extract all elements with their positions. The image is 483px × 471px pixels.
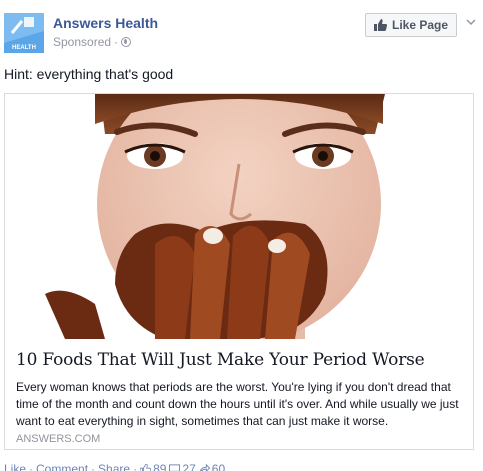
action-separator: ·: [133, 462, 138, 471]
post-meta: Sponsored ·: [53, 35, 132, 49]
action-separator: ·: [91, 462, 96, 471]
svg-text:HEALTH: HEALTH: [12, 45, 36, 51]
page-avatar[interactable]: HEALTH: [4, 13, 44, 53]
page-name-link[interactable]: Answers Health: [53, 15, 158, 31]
likes-count[interactable]: 89: [140, 462, 166, 471]
post-text: Hint: everything that's good: [4, 66, 174, 82]
link-image[interactable]: [5, 94, 473, 339]
meta-separator: ·: [114, 35, 119, 49]
link-title[interactable]: 10 Foods That Will Just Make Your Period…: [16, 350, 425, 370]
post-header: HEALTH Answers Health Sponsored · Like P…: [4, 13, 476, 55]
share-count-icon: [199, 464, 210, 471]
like-page-button[interactable]: Like Page: [365, 13, 457, 37]
like-count-icon: [140, 464, 152, 471]
post-actions: Like · Comment · Share · 89 27 60: [4, 462, 225, 471]
chevron-down-icon[interactable]: [466, 19, 476, 26]
sponsored-label[interactable]: Sponsored: [53, 35, 111, 49]
thumbs-up-icon: [373, 19, 387, 31]
comments-count[interactable]: 27: [169, 462, 196, 471]
share-action[interactable]: Share: [98, 462, 130, 471]
shares-count[interactable]: 60: [199, 462, 225, 471]
comment-count-icon: [169, 464, 181, 471]
link-description: Every woman knows that periods are the w…: [16, 380, 459, 428]
health-logo-icon: HEALTH: [4, 13, 44, 53]
link-preview-card[interactable]: 10 Foods That Will Just Make Your Period…: [4, 93, 474, 450]
like-action[interactable]: Like: [4, 462, 26, 471]
comment-action[interactable]: Comment: [36, 462, 88, 471]
sponsored-post: HEALTH Answers Health Sponsored · Like P…: [0, 0, 483, 471]
action-separator: ·: [29, 462, 34, 471]
globe-icon: [121, 37, 132, 47]
like-page-label: Like Page: [391, 18, 449, 32]
link-domain: ANSWERS.COM: [16, 433, 101, 445]
